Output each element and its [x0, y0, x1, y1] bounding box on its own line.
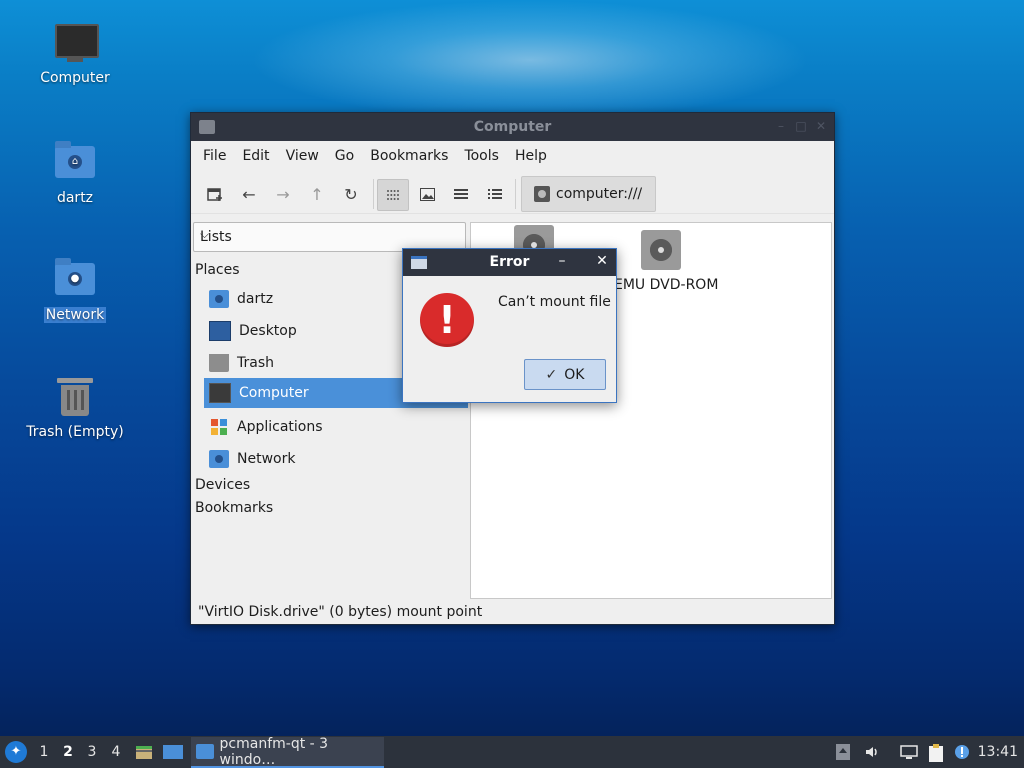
- dialog-title: Error: [489, 254, 530, 270]
- chevron-down-icon: ⌵: [200, 227, 210, 241]
- update-notifier-icon[interactable]: [954, 744, 970, 760]
- sidebar-item-label: Trash: [237, 355, 274, 371]
- applications-icon: [209, 418, 229, 436]
- taskbar: ✦ 1 2 3 4 pcmanfm-qt - 3 windo… 13:41: [0, 736, 1024, 768]
- trash-icon: [209, 354, 229, 372]
- desktop-switch-3[interactable]: 3: [82, 736, 102, 768]
- desktop-icon-computer[interactable]: Computer: [20, 20, 130, 86]
- desktop-icon-label: Network: [43, 307, 107, 323]
- computer-icon: [53, 20, 99, 64]
- thumbnail-view-icon[interactable]: [412, 179, 442, 209]
- ok-button-label: OK: [564, 366, 585, 383]
- desktop-icon-dartz[interactable]: ⌂ dartz: [20, 140, 130, 206]
- toolbar-separator: [515, 179, 516, 209]
- menu-edit[interactable]: Edit: [234, 148, 277, 164]
- menu-view[interactable]: View: [278, 148, 327, 164]
- new-tab-icon[interactable]: [200, 179, 230, 209]
- folder-icon: [196, 744, 214, 759]
- window-titlebar[interactable]: Computer – □ ✕: [191, 113, 834, 141]
- window-title: Computer: [473, 119, 552, 135]
- menubar: File Edit View Go Bookmarks Tools Help: [191, 141, 834, 171]
- desktop-icon-label: dartz: [56, 190, 94, 206]
- desktop-icon-network[interactable]: ● Network: [20, 257, 130, 323]
- computer-icon: [209, 383, 231, 403]
- back-icon[interactable]: ←: [234, 179, 264, 209]
- sidebar-item-label: Desktop: [239, 323, 297, 339]
- home-folder-icon: [209, 290, 229, 308]
- home-folder-icon: ⌂: [53, 140, 97, 184]
- sidebar-item-network[interactable]: Network: [204, 444, 468, 474]
- status-bar: "VirtIO Disk.drive" (0 bytes) mount poin…: [198, 604, 483, 620]
- places-header[interactable]: Places: [195, 262, 240, 278]
- sidebar-item-label: dartz: [237, 291, 274, 307]
- network-folder-icon: ●: [53, 257, 97, 301]
- toolbar: ← → ↑ ↻ computer:///: [191, 171, 834, 214]
- desktop-icon-label: Computer: [40, 70, 110, 86]
- desktop-icon-trash[interactable]: Trash (Empty): [20, 374, 130, 440]
- icon-view-icon[interactable]: [377, 179, 409, 211]
- minimize-icon[interactable]: –: [774, 119, 788, 133]
- network-icon[interactable]: [900, 744, 918, 760]
- desktop-switch-1[interactable]: 1: [34, 736, 54, 768]
- toolbar-separator: [373, 179, 374, 209]
- desktop-icon-label: Trash (Empty): [26, 424, 124, 440]
- minimize-icon[interactable]: –: [554, 253, 570, 269]
- volume-icon[interactable]: [864, 744, 880, 760]
- menu-tools[interactable]: Tools: [456, 148, 507, 164]
- taskbar-window-button[interactable]: pcmanfm-qt - 3 windo…: [191, 735, 384, 768]
- devices-header[interactable]: Devices: [195, 477, 250, 493]
- error-icon: !: [420, 293, 474, 347]
- wallpaper-highlight: [250, 0, 810, 120]
- menu-bookmarks[interactable]: Bookmarks: [362, 148, 456, 164]
- trash-icon: [53, 374, 97, 418]
- menu-go[interactable]: Go: [327, 148, 362, 164]
- tray-arrow-icon[interactable]: [836, 744, 852, 760]
- forward-icon[interactable]: →: [268, 179, 298, 209]
- network-folder-icon: [209, 450, 229, 468]
- ok-button[interactable]: ✓ OK: [524, 359, 606, 390]
- bookmarks-header[interactable]: Bookmarks: [195, 500, 273, 516]
- location-path: computer:///: [556, 186, 643, 202]
- desktop-icon: [209, 321, 231, 341]
- detailed-list-view-icon[interactable]: [480, 179, 510, 209]
- error-message: Can’t mount file: [498, 294, 611, 310]
- sidebar-item-applications[interactable]: Applications: [204, 412, 468, 442]
- checkmark-icon: ✓: [545, 366, 558, 383]
- drive-label-dvd-rom[interactable]: EMU DVD-ROM: [614, 277, 718, 293]
- main-menu-icon[interactable]: ✦: [5, 741, 27, 763]
- location-bar-empty[interactable]: [656, 176, 832, 210]
- menu-file[interactable]: File: [195, 148, 234, 164]
- menu-help[interactable]: Help: [507, 148, 555, 164]
- dvd-rom-icon[interactable]: [641, 230, 681, 270]
- clipboard-icon[interactable]: [928, 744, 944, 762]
- desktop-switch-2[interactable]: 2: [58, 736, 78, 768]
- maximize-icon[interactable]: □: [794, 119, 808, 133]
- desktop-switch-4[interactable]: 4: [106, 736, 126, 768]
- file-manager-launcher-icon[interactable]: [135, 743, 153, 761]
- sidebar-item-label: Network: [237, 451, 296, 467]
- error-dialog: Error – ✕ ! Can’t mount file ✓ OK: [402, 248, 617, 403]
- sidebar-item-label: Applications: [237, 419, 323, 435]
- reload-icon[interactable]: ↻: [336, 179, 366, 209]
- close-icon[interactable]: ✕: [814, 119, 828, 133]
- up-icon[interactable]: ↑: [302, 179, 332, 209]
- location-button[interactable]: computer:///: [521, 176, 656, 212]
- close-icon[interactable]: ✕: [594, 253, 610, 269]
- show-desktop-icon[interactable]: [163, 744, 183, 760]
- sidebar-item-label: Computer: [239, 385, 309, 401]
- taskbar-window-label: pcmanfm-qt - 3 windo…: [219, 735, 329, 768]
- compact-view-icon[interactable]: [446, 179, 476, 209]
- clock[interactable]: 13:41: [978, 736, 1018, 768]
- dialog-titlebar[interactable]: Error – ✕: [403, 249, 616, 276]
- drive-icon: [534, 186, 550, 202]
